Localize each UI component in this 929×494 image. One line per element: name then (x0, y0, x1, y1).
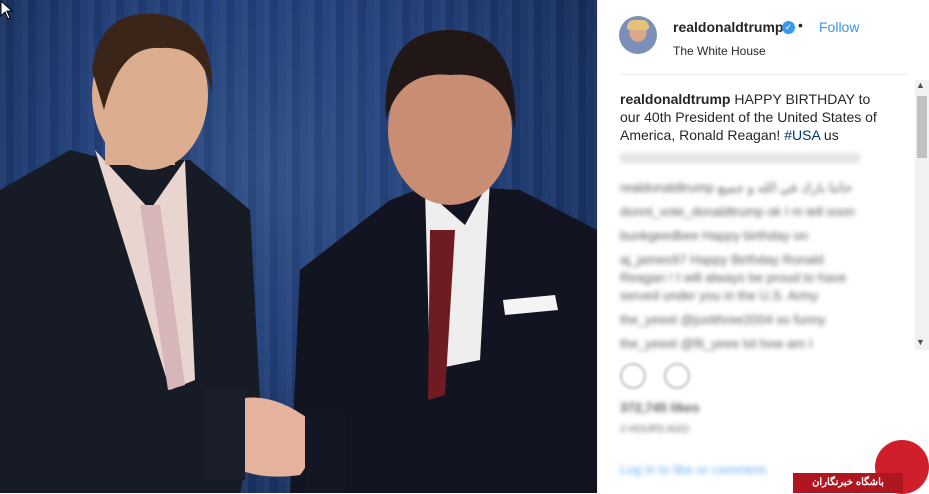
photo-illustration (0, 13, 597, 493)
avatar-hair (627, 20, 649, 30)
post-time: 2 HOURS AGO (620, 424, 689, 435)
blurred-comment: realdonaldtrump خاتنا بارك في الله و جمي… (620, 180, 853, 195)
avatar[interactable] (619, 16, 657, 54)
heart-icon[interactable] (620, 363, 646, 389)
verified-icon: ✓ (782, 21, 795, 34)
watermark-text: باشگاه خبرنگاران (793, 473, 903, 493)
blurred-comment: bunkgeedbee Happy birthday on (620, 228, 808, 243)
blurred-comment: the_yeeet @fit_yeee lol how am I (620, 336, 813, 351)
likes-count: 372,745 likes (620, 400, 700, 415)
mouse-cursor-icon (0, 0, 14, 20)
blurred-comment: served under you in the U.S. Army (620, 288, 818, 303)
blurred-meta (620, 153, 860, 163)
blurred-comment: Reagan ! I will always be proud to have (620, 270, 847, 285)
post-caption: realdonaldtrump HAPPY BIRTHDAY to our 40… (620, 90, 890, 144)
header-divider (620, 74, 908, 75)
scroll-down-arrow-icon[interactable]: ▼ (916, 337, 925, 347)
caption-username[interactable]: realdonaldtrump (620, 91, 730, 107)
follow-button[interactable]: Follow (819, 19, 859, 35)
scroll-up-arrow-icon[interactable]: ▲ (916, 80, 925, 90)
comment-icon[interactable] (664, 363, 690, 389)
login-prompt[interactable]: Log in to like or comment. (620, 462, 769, 477)
post-username[interactable]: realdonaldtrump (673, 19, 783, 35)
caption-hashtag[interactable]: #USA (784, 127, 820, 143)
blurred-comment: donnt_vote_donaldtrump ok I m tell soon (620, 204, 855, 219)
separator-dot: • (798, 17, 803, 33)
blurred-comment: the_yeeet @justthree2004 so funny (620, 312, 826, 327)
post-location[interactable]: The White House (673, 44, 766, 58)
post-side-panel: realdonaldtrump ✓ • Follow The White Hou… (597, 0, 929, 493)
caption-tail: us (823, 127, 839, 143)
right-sleeve (305, 410, 345, 493)
left-sleeve (205, 390, 245, 480)
post-photo[interactable] (0, 0, 597, 493)
scrollbar-thumb[interactable] (917, 96, 927, 158)
blurred-comment: aj_james97 Happy Birthday Ronald (620, 252, 824, 267)
